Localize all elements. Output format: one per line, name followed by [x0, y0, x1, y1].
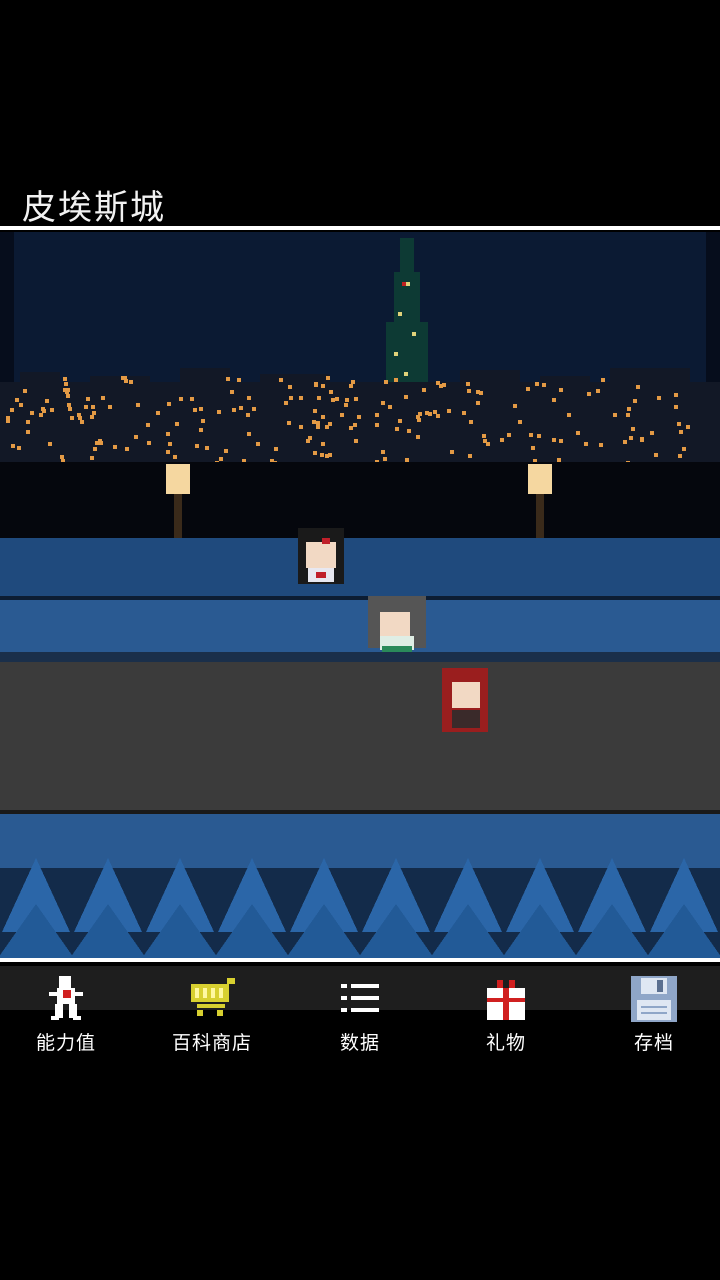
character-grey-haired-girl [368, 596, 426, 652]
menu-label: 礼物 [485, 1032, 526, 1054]
top-divider [0, 226, 720, 230]
menu-label: 能力值 [35, 1032, 96, 1054]
save-disk-icon [631, 976, 677, 1022]
character-schoolgirl [298, 528, 344, 584]
menu-data-button[interactable]: 数据 [290, 966, 430, 1056]
person-icon [49, 976, 83, 1020]
menu-label: 存档 [633, 1032, 674, 1054]
river [0, 538, 720, 596]
city-skyline [0, 368, 720, 472]
menu-label: 数据 [339, 1032, 380, 1054]
game-scene[interactable] [0, 232, 720, 958]
character-red-haired-girl [442, 668, 488, 732]
location-title: 皮埃斯城 [22, 188, 166, 228]
menu-stats-button[interactable]: 能力值 [0, 966, 136, 1056]
road [0, 662, 720, 812]
shopping-cart-icon [191, 978, 235, 1016]
bottom-menu: 能力值 百科商店 数据 礼物 存档 [0, 966, 720, 1056]
menu-gift-button[interactable]: 礼物 [436, 966, 576, 1056]
menu-shop-button[interactable]: 百科商店 [142, 966, 282, 1056]
gift-icon [487, 980, 525, 1020]
list-icon [341, 984, 379, 1012]
bottom-divider [0, 958, 720, 962]
menu-label: 百科商店 [171, 1032, 252, 1054]
menu-save-button[interactable]: 存档 [584, 966, 720, 1056]
